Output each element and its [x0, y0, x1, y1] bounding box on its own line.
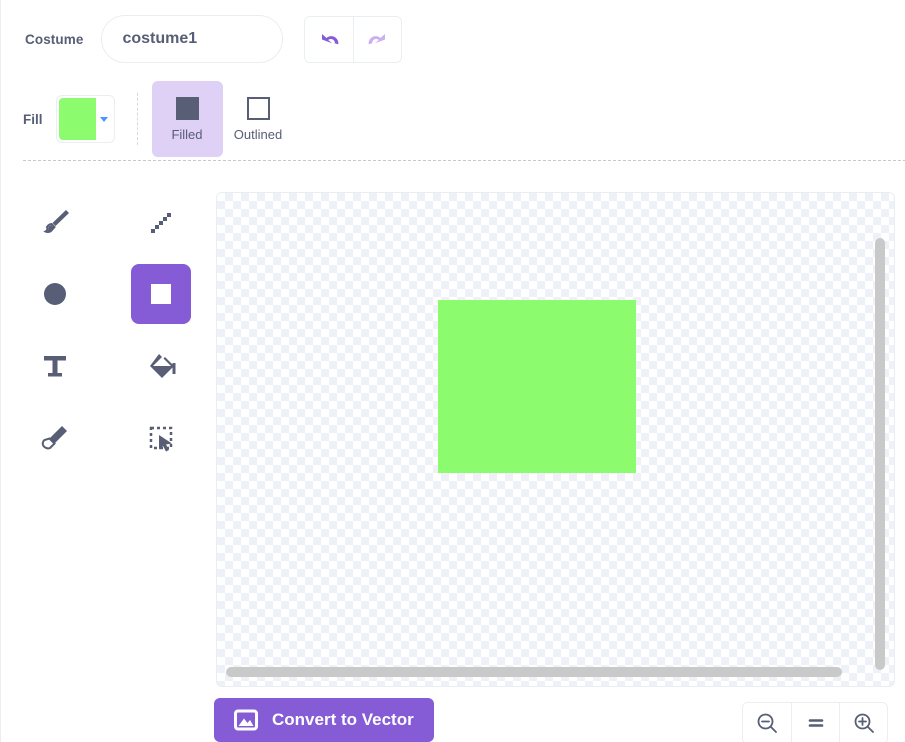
- fill-color-preview: [58, 98, 96, 140]
- eraser-icon: [41, 426, 67, 450]
- fill-bucket-icon: [150, 354, 176, 378]
- mode-label-outlined: Outlined: [233, 126, 283, 142]
- canvas-horizontal-scrollbar[interactable]: [226, 667, 842, 677]
- circle-icon: [44, 283, 66, 305]
- canvas-vertical-scrollbar[interactable]: [875, 238, 885, 670]
- tool-fill[interactable]: [131, 336, 191, 396]
- chevron-down-icon: [99, 116, 108, 122]
- zoom-in-button[interactable]: [839, 703, 887, 742]
- vertical-divider: [136, 93, 138, 145]
- zoom-out-button[interactable]: [743, 703, 791, 742]
- paint-canvas[interactable]: [216, 192, 895, 687]
- swatch-caret-wrap: [96, 98, 112, 140]
- redo-button[interactable]: [353, 16, 402, 62]
- outlined-square-icon: [246, 96, 270, 120]
- tool-circle[interactable]: [25, 264, 85, 324]
- rectangle-icon: [151, 284, 171, 304]
- undo-redo-group: [304, 15, 403, 63]
- undo-button[interactable]: [305, 16, 354, 62]
- line-icon: [151, 213, 171, 233]
- costume-row: Costume: [1, 0, 905, 78]
- undo-arrow-icon: [322, 34, 339, 45]
- tool-brush[interactable]: [25, 192, 85, 252]
- filled-square-icon: [175, 96, 199, 120]
- brush-icon: [43, 210, 69, 234]
- mode-button-outlined[interactable]: Outlined: [223, 81, 294, 157]
- tool-text[interactable]: [25, 336, 85, 396]
- zoom-controls: [742, 702, 888, 742]
- text-icon: [44, 356, 66, 377]
- zoom-out-icon: [757, 713, 777, 733]
- image-icon: [234, 709, 258, 731]
- paint-editor: Costume Fill Filled: [0, 0, 905, 742]
- convert-to-vector-label: Convert to Vector: [272, 710, 414, 729]
- select-arrow-icon: [149, 426, 173, 452]
- canvas-shape-rectangle[interactable]: [438, 300, 636, 473]
- redo-arrow-icon: [368, 34, 385, 45]
- zoom-in-icon: [854, 713, 874, 733]
- costume-label: Costume: [25, 31, 84, 47]
- tool-rectangle[interactable]: [131, 264, 191, 324]
- fill-mode-row: Fill Filled Outlined: [1, 78, 905, 160]
- tool-eraser[interactable]: [25, 408, 85, 468]
- convert-to-vector-button[interactable]: Convert to Vector: [214, 698, 434, 742]
- fill-label: Fill: [23, 111, 43, 127]
- tool-select[interactable]: [131, 408, 191, 468]
- tool-line[interactable]: [131, 192, 191, 252]
- zoom-reset-button[interactable]: [791, 703, 839, 742]
- tool-palette: [25, 192, 197, 480]
- costume-name-input[interactable]: [101, 15, 284, 63]
- zoom-reset-icon: [808, 719, 823, 727]
- mode-button-filled[interactable]: Filled: [151, 81, 223, 157]
- fill-color-swatch-button[interactable]: [55, 95, 115, 143]
- mode-label-filled: Filled: [171, 126, 203, 142]
- section-divider: [23, 160, 905, 161]
